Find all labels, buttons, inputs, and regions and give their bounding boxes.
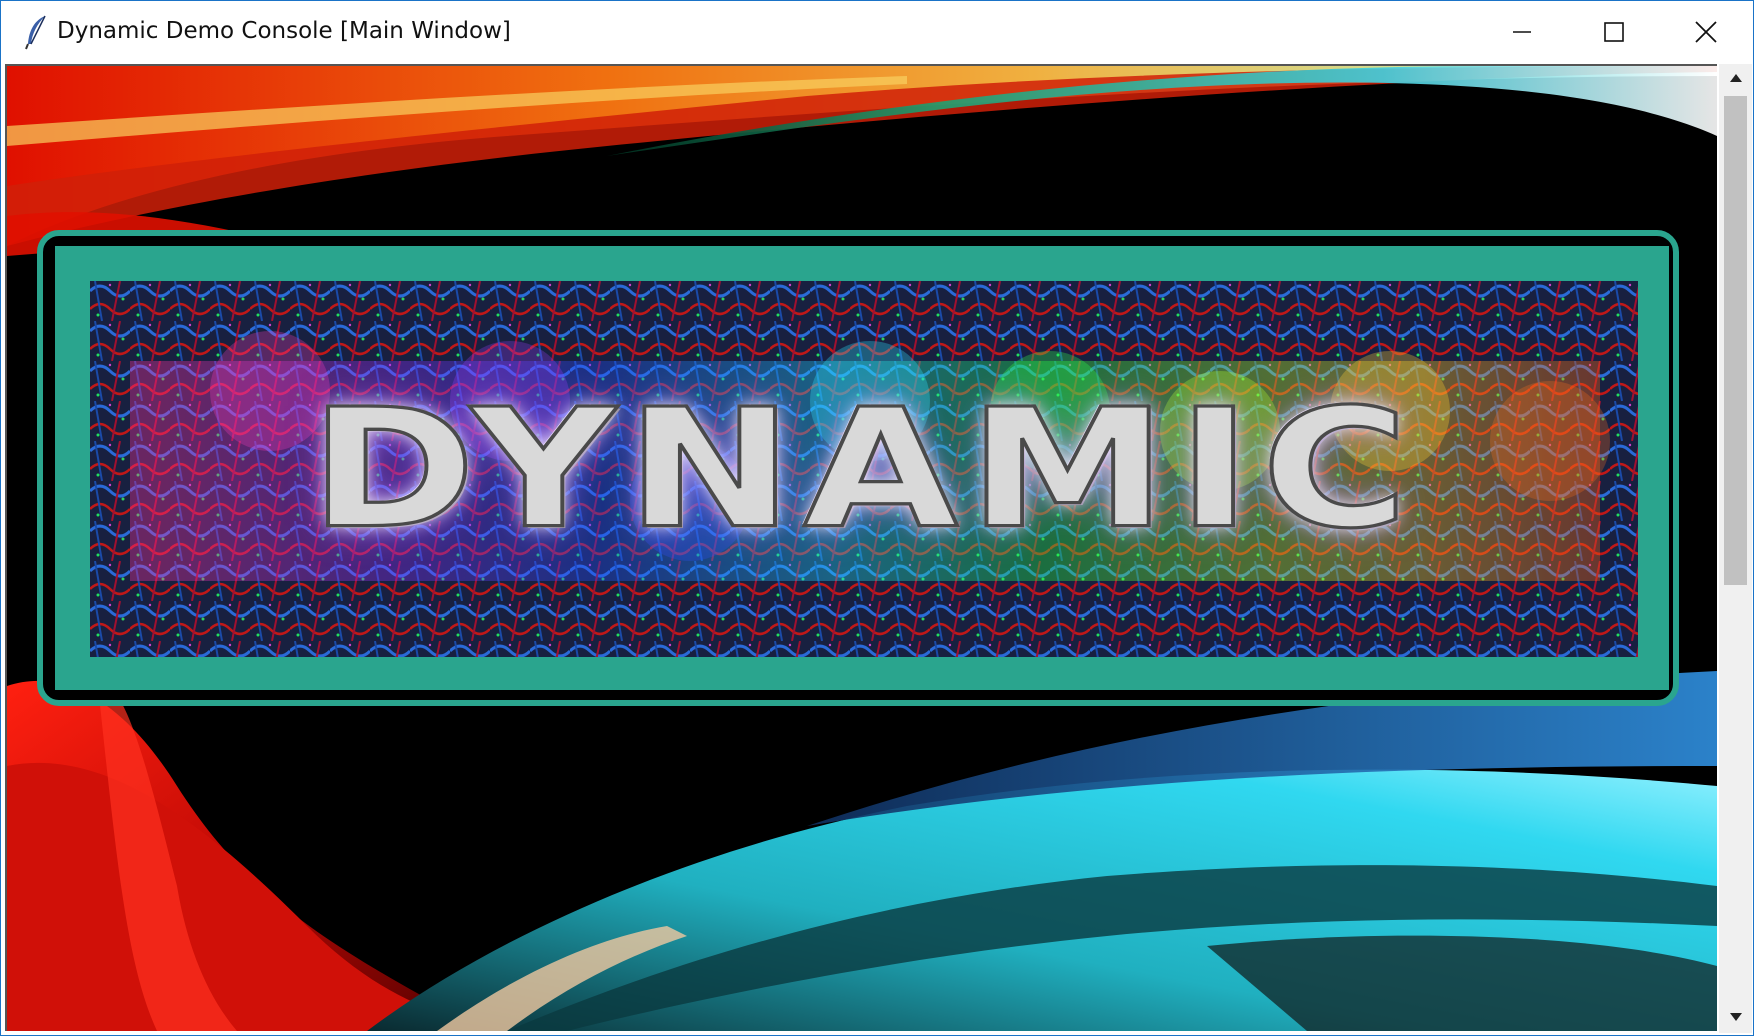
maximize-button[interactable]: [1568, 1, 1660, 63]
dynamic-logo: DYNAMIC: [90, 281, 1638, 657]
scroll-up-arrow-icon: [1729, 70, 1743, 88]
scroll-up-button[interactable]: [1719, 64, 1752, 94]
main-window: Dynamic Demo Console [Main Window] DYNAM…: [0, 0, 1754, 1036]
maximize-icon: [1604, 22, 1624, 42]
content-canvas: DYNAMIC: [5, 64, 1717, 1031]
minimize-button[interactable]: [1476, 1, 1568, 63]
scroll-down-arrow-icon: [1729, 1009, 1743, 1027]
title-bar[interactable]: Dynamic Demo Console [Main Window]: [1, 1, 1753, 63]
close-icon: [1695, 21, 1717, 43]
close-button[interactable]: [1660, 1, 1752, 63]
vertical-scrollbar[interactable]: [1719, 64, 1752, 1033]
logo-wordmark: DYNAMIC: [308, 372, 1419, 566]
scroll-down-button[interactable]: [1719, 1003, 1752, 1033]
feather-icon: [23, 14, 49, 50]
window-title: Dynamic Demo Console [Main Window]: [57, 18, 511, 44]
minimize-icon: [1512, 22, 1532, 42]
scroll-thumb[interactable]: [1724, 96, 1747, 585]
